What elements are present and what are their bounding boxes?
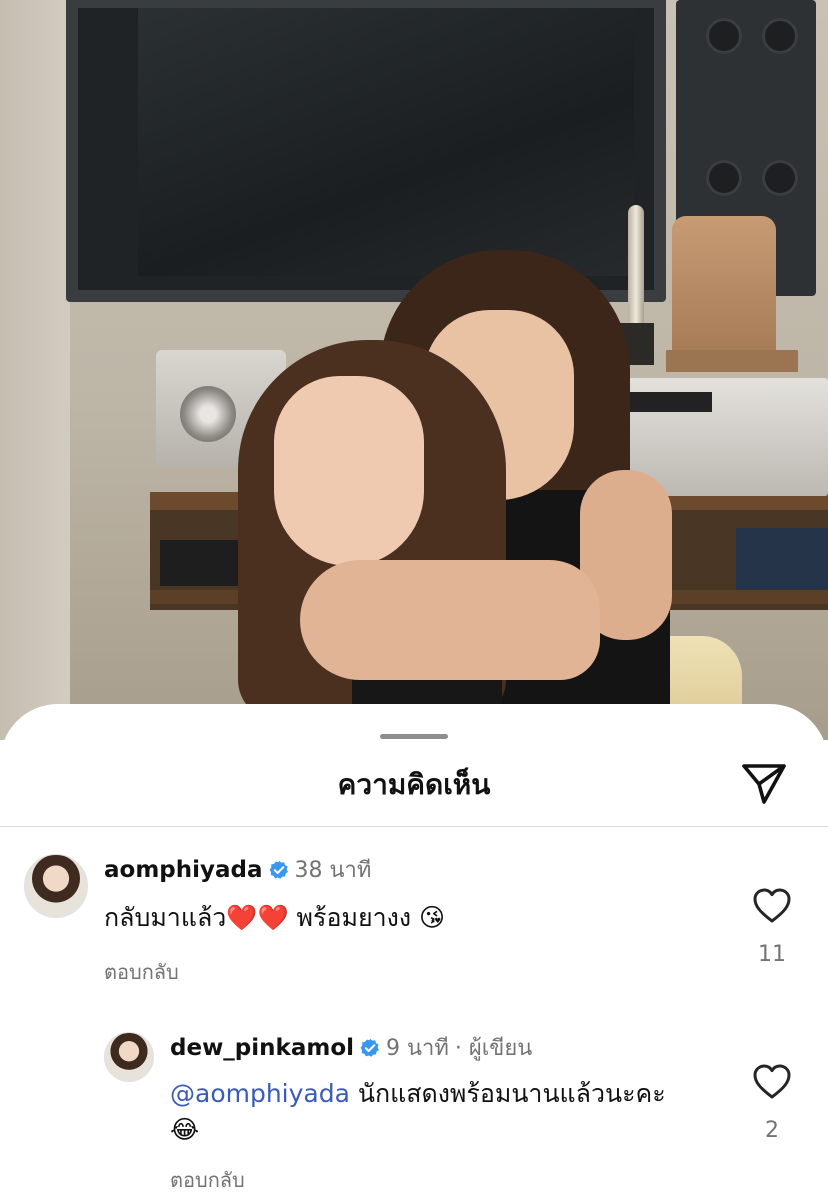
divider bbox=[0, 826, 828, 827]
avatar[interactable] bbox=[104, 1032, 154, 1082]
paper-plane-icon bbox=[742, 764, 786, 804]
kiss-face-emoji: 😘 bbox=[419, 903, 446, 932]
comments-sheet: ความคิดเห็น aomphiyada 38 นาที กลับมาแล้ว… bbox=[0, 704, 828, 1196]
mention-link[interactable]: @aomphiyada bbox=[170, 1079, 350, 1108]
comment-time: 9 นาที bbox=[386, 1036, 449, 1061]
amplifier bbox=[736, 528, 828, 590]
verified-badge-icon bbox=[269, 860, 288, 879]
comment-time: 38 นาที bbox=[294, 858, 372, 883]
like-count: 11 bbox=[758, 942, 786, 967]
verified-badge-icon bbox=[360, 1038, 379, 1057]
person bbox=[232, 340, 512, 740]
reply-button[interactable]: ตอบกลับ bbox=[104, 956, 179, 988]
like-count: 2 bbox=[765, 1118, 779, 1143]
comment-text: กลับมาแล้ว❤️❤️ พร้อมยางง 😘 bbox=[104, 900, 445, 936]
laughing-tears-emoji: 😂 bbox=[170, 1115, 200, 1144]
comment-text: @aomphiyada นักแสดงพร้อมนานแล้วนะคะ 😂 bbox=[170, 1076, 710, 1148]
heart-icon[interactable] bbox=[752, 886, 792, 926]
wall bbox=[0, 0, 70, 740]
red-heart-emoji: ❤️❤️ bbox=[226, 903, 289, 932]
comment-username[interactable]: aomphiyada bbox=[104, 857, 263, 883]
share-button[interactable] bbox=[738, 758, 790, 810]
sheet-grabber[interactable] bbox=[380, 734, 448, 739]
sheet-title: ความคิดเห็น bbox=[337, 768, 491, 801]
heart-icon[interactable] bbox=[752, 1062, 792, 1102]
comment-username[interactable]: dew_pinkamol bbox=[170, 1035, 354, 1061]
avatar[interactable] bbox=[24, 854, 88, 918]
hands bbox=[300, 560, 600, 680]
post-photo bbox=[0, 0, 828, 740]
author-tag: · ผู้เขียน bbox=[454, 1036, 533, 1061]
award-plaque bbox=[672, 216, 776, 356]
reply-button[interactable]: ตอบกลับ bbox=[170, 1164, 245, 1196]
